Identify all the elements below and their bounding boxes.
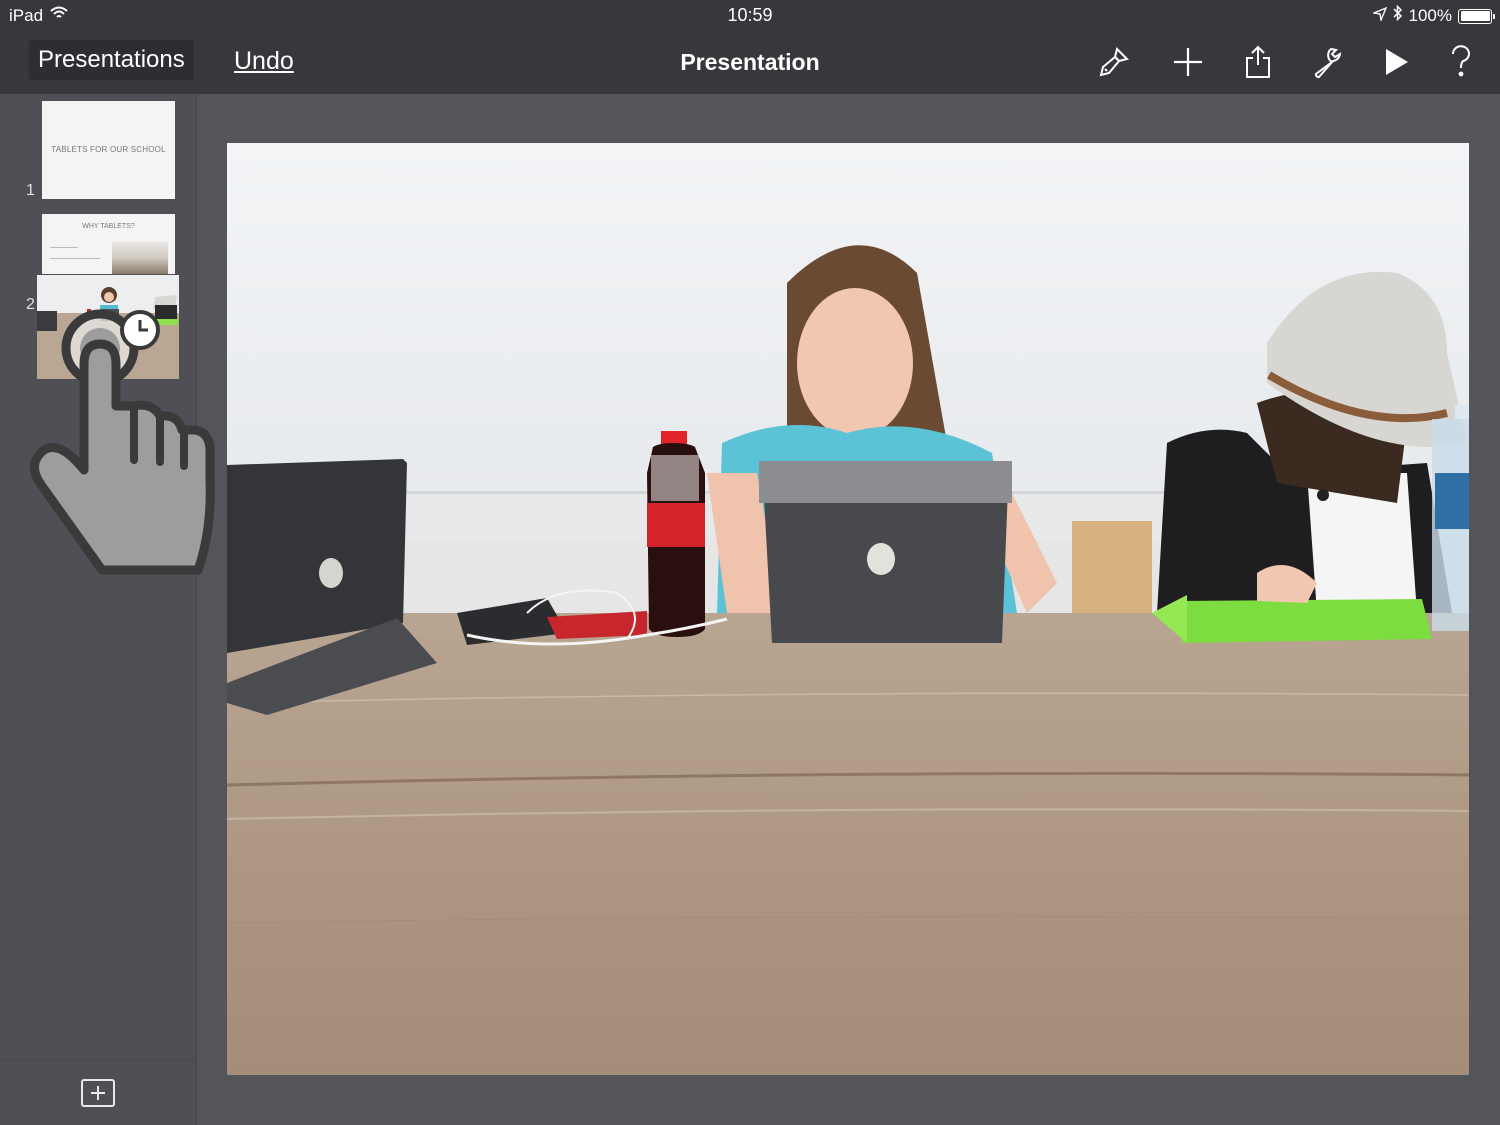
slide-number: 1: [26, 182, 35, 199]
slide-thumbnail-1[interactable]: TABLETS FOR OUR SCHOOL: [42, 101, 175, 199]
battery-percent: 100%: [1408, 6, 1452, 25]
thumbnail-bullet-line: [50, 247, 78, 248]
slide-navigator: 1 TABLETS FOR OUR SCHOOL 2 WHY TABLETS?: [0, 94, 197, 1125]
bluetooth-icon: [1392, 4, 1403, 27]
paintbrush-icon[interactable]: [1094, 43, 1134, 81]
play-icon[interactable]: [1376, 43, 1416, 81]
clock: 10:59: [727, 5, 773, 25]
slide-thumbnail-title: WHY TABLETS?: [82, 223, 135, 230]
slide-canvas[interactable]: [227, 143, 1469, 1075]
thumbnail-photo: [112, 242, 168, 274]
help-icon[interactable]: [1441, 43, 1481, 81]
status-right: 100%: [1370, 4, 1495, 27]
wrench-icon[interactable]: [1307, 43, 1347, 81]
touch-hand-icon: [20, 300, 220, 595]
battery-icon: [1458, 8, 1495, 24]
share-icon[interactable]: [1238, 43, 1278, 81]
add-slide-button[interactable]: [81, 1079, 115, 1107]
location-icon: [1370, 6, 1387, 26]
toolbar: Presentations Undo Presentation: [0, 30, 1500, 94]
slide-thumbnail-2[interactable]: WHY TABLETS?: [42, 214, 175, 274]
status-bar: iPad 10:59 100%: [0, 0, 1500, 30]
sidebar-footer: [0, 1060, 196, 1125]
slide-photo: [227, 143, 1469, 1075]
add-button[interactable]: [1168, 43, 1208, 81]
slide-thumbnail-title: TABLETS FOR OUR SCHOOL: [51, 145, 166, 154]
thumbnail-bullet-line: [50, 258, 100, 259]
